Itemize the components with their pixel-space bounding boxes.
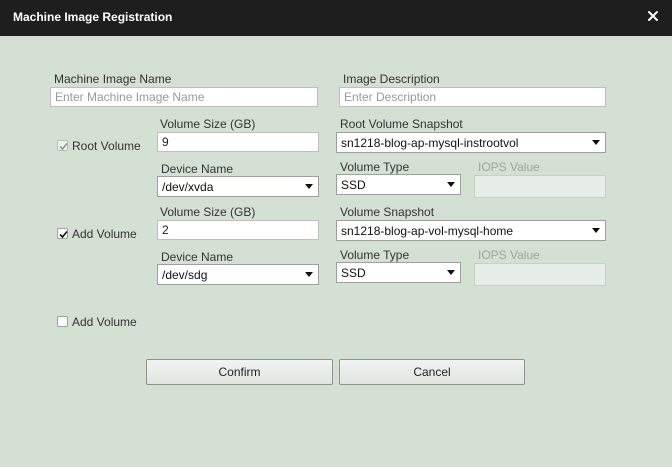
root-volume-type-label: Volume Type xyxy=(340,160,410,174)
dialog-title: Machine Image Registration xyxy=(13,10,173,24)
add-volume-1-checkbox[interactable] xyxy=(57,228,68,239)
add-volume-1-snapshot-select[interactable]: sn1218-blog-ap-vol-mysql-home xyxy=(336,220,606,241)
root-volume-type-select[interactable]: SSD xyxy=(336,174,461,195)
add-volume-1-snapshot-value: sn1218-blog-ap-vol-mysql-home xyxy=(341,224,514,238)
image-description-input[interactable] xyxy=(339,87,606,107)
add-volume-1-device-name-select[interactable]: /dev/sdg xyxy=(157,264,319,285)
chevron-down-icon xyxy=(305,184,313,189)
confirm-button[interactable]: Confirm xyxy=(146,359,333,385)
image-name-input[interactable] xyxy=(50,87,318,107)
chevron-down-icon xyxy=(592,140,600,145)
add-volume-1-device-name-label: Device Name xyxy=(161,250,234,264)
add-volume-1-type-label: Volume Type xyxy=(340,248,410,262)
image-name-label: Machine Image Name xyxy=(54,72,172,86)
close-icon[interactable] xyxy=(646,9,660,23)
add-volume-2-checkbox[interactable] xyxy=(57,316,68,327)
root-volume-snapshot-value: sn1218-blog-ap-mysql-instrootvol xyxy=(341,136,519,150)
add-volume-1-iops-input xyxy=(474,263,606,286)
cancel-button[interactable]: Cancel xyxy=(339,359,525,385)
root-device-name-value: /dev/xvda xyxy=(162,180,214,194)
root-device-name-select[interactable]: /dev/xvda xyxy=(157,176,319,197)
chevron-down-icon xyxy=(592,228,600,233)
add-volume-1-type-value: SSD xyxy=(341,266,366,280)
chevron-down-icon xyxy=(447,270,455,275)
root-iops-input xyxy=(474,175,606,198)
root-volume-size-input[interactable] xyxy=(157,132,319,152)
add-volume-1-type-select[interactable]: SSD xyxy=(336,262,461,283)
add-volume-1-size-label: Volume Size (GB) xyxy=(160,205,256,219)
dialog-titlebar: Machine Image Registration xyxy=(0,0,672,36)
root-volume-size-label: Volume Size (GB) xyxy=(160,117,256,131)
root-volume-checkbox xyxy=(57,140,68,151)
root-device-name-label: Device Name xyxy=(161,162,234,176)
add-volume-1-device-name-value: /dev/sdg xyxy=(162,268,208,282)
add-volume-1-size-input[interactable] xyxy=(157,220,319,240)
add-volume-1-iops-label: IOPS Value xyxy=(478,248,540,262)
image-description-label: Image Description xyxy=(343,72,440,86)
root-volume-snapshot-label: Root Volume Snapshot xyxy=(340,117,463,131)
root-volume-snapshot-select[interactable]: sn1218-blog-ap-mysql-instrootvol xyxy=(336,132,606,153)
root-volume-type-value: SSD xyxy=(341,178,366,192)
root-volume-label: Root Volume xyxy=(72,139,141,153)
add-volume-1-snapshot-label: Volume Snapshot xyxy=(340,205,435,219)
add-volume-2-label: Add Volume xyxy=(72,315,137,329)
chevron-down-icon xyxy=(447,182,455,187)
add-volume-1-label: Add Volume xyxy=(72,227,137,241)
root-iops-label: IOPS Value xyxy=(478,160,540,174)
chevron-down-icon xyxy=(305,272,313,277)
